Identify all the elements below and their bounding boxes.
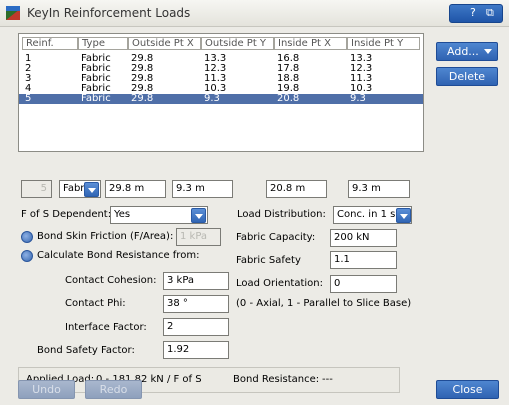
cell-reinf: 5 bbox=[25, 93, 32, 104]
calculate-bond-label: Calculate Bond Resistance from: bbox=[37, 250, 200, 261]
load-orientation-field[interactable]: 0 bbox=[330, 275, 397, 293]
undo-button[interactable]: Undo bbox=[18, 380, 75, 399]
fabric-capacity-label: Fabric Capacity: bbox=[236, 232, 316, 243]
restore-icon[interactable]: ⧉ bbox=[486, 6, 494, 20]
cell-type: Fabric bbox=[81, 93, 111, 104]
column-header-type[interactable]: Type bbox=[78, 37, 128, 50]
window-controls[interactable]: ? ⧉ bbox=[449, 4, 503, 23]
contact-cohesion-label: Contact Cohesion: bbox=[65, 275, 157, 286]
interface-factor-field[interactable]: 2 bbox=[163, 318, 229, 336]
close-button[interactable]: Close bbox=[436, 380, 499, 399]
add-button-label: Add... bbox=[447, 45, 479, 58]
redo-label: Redo bbox=[99, 383, 128, 396]
window-title: KeyIn Reinforcement Loads bbox=[27, 6, 191, 20]
redo-button[interactable]: Redo bbox=[85, 380, 142, 399]
inside-x-field[interactable]: 20.8 m bbox=[266, 180, 327, 198]
load-orientation-label: Load Orientation: bbox=[236, 278, 323, 289]
chevron-down-icon[interactable] bbox=[191, 208, 206, 223]
status-box: Applied Load: 0 - 181.82 kN / F of S Bon… bbox=[18, 367, 400, 393]
column-header-inside-y[interactable]: Inside Pt Y bbox=[347, 37, 420, 50]
fabric-capacity-field[interactable]: 200 kN bbox=[330, 229, 397, 247]
orientation-hint: (0 - Axial, 1 - Parallel to Slice Base) bbox=[236, 298, 412, 309]
load-distribution-label: Load Distribution: bbox=[237, 209, 326, 220]
cell-outside-y: 9.3 bbox=[204, 93, 220, 104]
bond-skin-friction-field: 1 kPa bbox=[176, 228, 221, 246]
contact-phi-field[interactable]: 38 ° bbox=[163, 295, 229, 313]
table-header: Reinf. Type Outside Pt X Outside Pt Y In… bbox=[19, 34, 423, 51]
bond-resistance-value: --- bbox=[322, 374, 333, 385]
reinforcement-table[interactable]: Reinf. Type Outside Pt X Outside Pt Y In… bbox=[18, 33, 424, 152]
outside-y-field[interactable]: 9.3 m bbox=[172, 180, 233, 198]
contact-phi-label: Contact Phi: bbox=[65, 298, 126, 309]
add-button[interactable]: Add... bbox=[436, 42, 498, 61]
delete-button[interactable]: Delete bbox=[436, 67, 498, 86]
bond-resistance-label: Bond Resistance: bbox=[233, 374, 320, 385]
title-bar: KeyIn Reinforcement Loads ? ⧉ bbox=[0, 0, 509, 27]
fabric-safety-label: Fabric Safety bbox=[236, 255, 301, 266]
inside-y-field[interactable]: 9.3 m bbox=[348, 180, 410, 198]
cell-inside-y: 9.3 bbox=[350, 93, 366, 104]
chevron-down-icon[interactable] bbox=[396, 208, 411, 223]
bond-safety-field[interactable]: 1.92 bbox=[163, 341, 229, 359]
contact-cohesion-field[interactable]: 3 kPa bbox=[163, 272, 229, 290]
outside-x-field[interactable]: 29.8 m bbox=[105, 180, 166, 198]
fabric-safety-field[interactable]: 1.1 bbox=[330, 251, 397, 269]
cell-inside-x: 20.8 bbox=[277, 93, 300, 104]
bond-skin-friction-radio[interactable] bbox=[21, 231, 33, 243]
column-header-outside-y[interactable]: Outside Pt Y bbox=[201, 37, 274, 50]
cell-outside-x: 29.8 bbox=[131, 93, 154, 104]
undo-label: Undo bbox=[32, 383, 61, 396]
bond-safety-label: Bond Safety Factor: bbox=[37, 345, 135, 356]
bond-skin-friction-label: Bond Skin Friction (F/Area): bbox=[37, 231, 174, 242]
table-row-selected[interactable]: 5 Fabric 29.8 9.3 20.8 9.3 bbox=[19, 94, 423, 104]
column-header-inside-x[interactable]: Inside Pt X bbox=[274, 37, 347, 50]
fos-dependent-label: F of S Dependent: bbox=[21, 209, 112, 220]
column-header-reinf[interactable]: Reinf. bbox=[22, 37, 78, 50]
help-icon[interactable]: ? bbox=[470, 6, 476, 19]
calculate-bond-radio[interactable] bbox=[21, 250, 33, 262]
add-dropdown-icon[interactable] bbox=[484, 49, 492, 54]
chevron-down-icon[interactable] bbox=[84, 182, 99, 197]
app-icon bbox=[6, 6, 20, 20]
reinf-number-field: 5 bbox=[21, 180, 52, 198]
column-header-outside-x[interactable]: Outside Pt X bbox=[128, 37, 201, 50]
interface-factor-label: Interface Factor: bbox=[65, 322, 147, 333]
